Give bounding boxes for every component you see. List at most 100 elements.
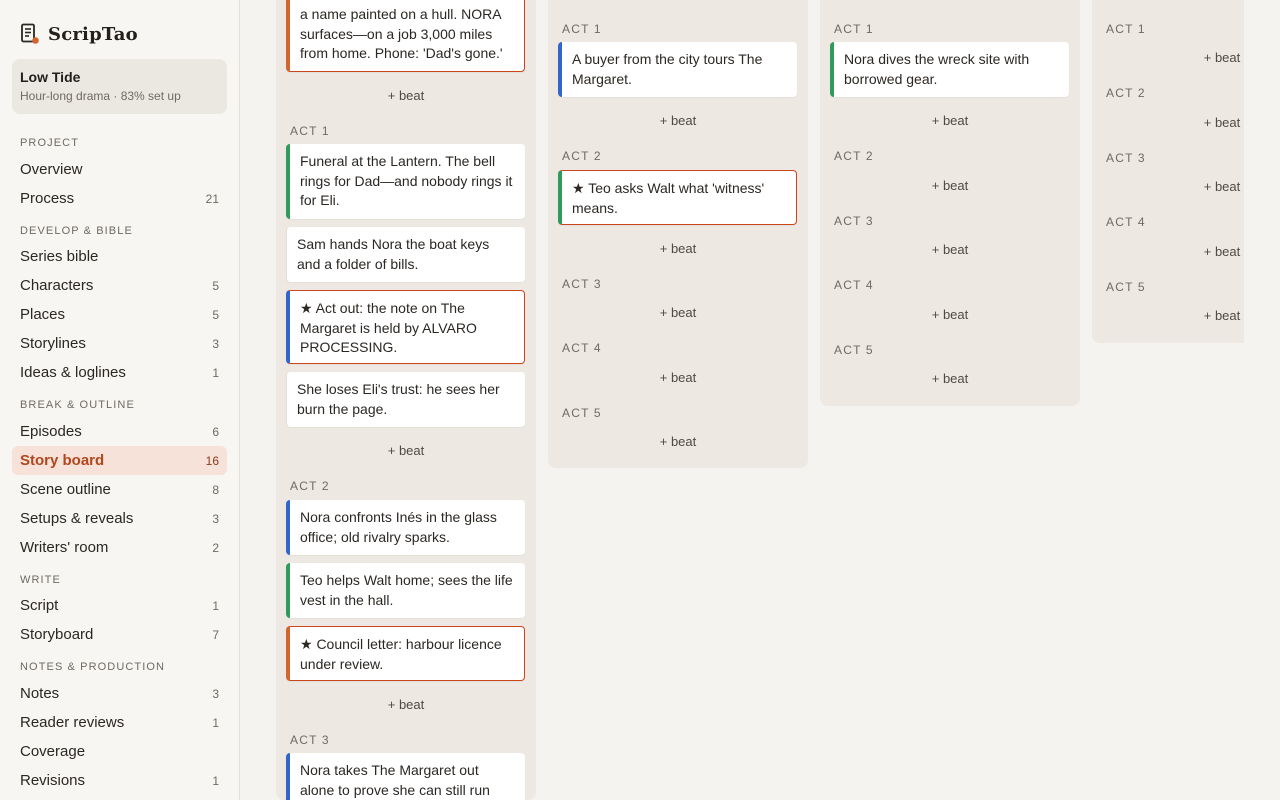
nav-count: 7 <box>212 627 219 642</box>
nav-label: Episodes <box>20 423 82 440</box>
section-develop: DEVELOP & BIBLE <box>20 225 133 237</box>
project-switcher[interactable]: Low Tide Hour-long drama · 83% set up <box>12 59 227 114</box>
nav-overview[interactable]: Overview <box>12 155 227 184</box>
add-beat-button[interactable]: + beat <box>558 241 798 256</box>
nav-label: Writers' room <box>20 539 109 556</box>
nav-label: Places <box>20 306 66 323</box>
beat-card[interactable]: A buyer from the city tours The Margaret… <box>558 42 797 97</box>
script-logo-icon <box>20 23 40 45</box>
nav-notes[interactable]: Notes 3 <box>12 679 227 708</box>
add-beat-button[interactable]: + beat <box>558 370 798 385</box>
add-beat-button[interactable]: + beat <box>286 697 526 712</box>
act-label: ACT 2 <box>1106 86 1146 100</box>
add-beat-button[interactable]: + beat <box>286 88 526 103</box>
beat-text: A buyer from the city tours The Margaret… <box>572 51 763 87</box>
add-beat-button[interactable]: + beat <box>830 242 1070 257</box>
add-beat-button[interactable]: + beat <box>1102 244 1280 259</box>
beat-card[interactable]: Nora takes The Margaret out alone to pro… <box>286 753 525 800</box>
nav-writers-room[interactable]: Writers' room 2 <box>12 533 227 562</box>
act-label: ACT 1 <box>562 22 602 36</box>
nav-storyboard[interactable]: Storyboard 7 <box>12 620 227 649</box>
nav-setups-reveals[interactable]: Setups & reveals 3 <box>12 504 227 533</box>
nav-count: 1 <box>212 715 219 730</box>
add-beat-button[interactable]: + beat <box>830 113 1070 128</box>
episode-column: ACT 1 + beat ACT 2 + beat ACT 3 + beat A… <box>1092 0 1244 343</box>
add-beat-button[interactable]: + beat <box>830 307 1070 322</box>
nav-places[interactable]: Places 5 <box>12 300 227 329</box>
beat-text: ★ Teo asks Walt what 'witness' means. <box>572 180 765 216</box>
add-beat-button[interactable]: + beat <box>558 113 798 128</box>
nav-count: 6 <box>212 424 219 439</box>
nav-label: Reader reviews <box>20 714 125 731</box>
beat-card[interactable]: ★ Council letter: harbour licence under … <box>286 626 525 681</box>
nav-script[interactable]: Script 1 <box>12 591 227 620</box>
nav-episodes[interactable]: Episodes 6 <box>12 417 227 446</box>
nav-process[interactable]: Process 21 <box>12 184 227 213</box>
beat-card[interactable]: Sam hands Nora the boat keys and a folde… <box>286 227 525 282</box>
beat-text: Nora confronts Inés in the glass office;… <box>300 509 497 545</box>
act-label: ACT 1 <box>1106 22 1146 36</box>
nav-count: 1 <box>212 773 219 788</box>
beat-text: ★ Act out: the note on The Margaret is h… <box>300 300 477 355</box>
act-label: ACT 5 <box>562 406 602 420</box>
nav-coverage[interactable]: Coverage <box>12 737 227 766</box>
beat-text: Nora dives the wreck site with borrowed … <box>844 51 1030 87</box>
add-beat-button[interactable]: + beat <box>1102 179 1280 194</box>
sidebar: ScripTao Low Tide Hour-long drama · 83% … <box>0 0 240 800</box>
act-label: ACT 1 <box>290 124 330 138</box>
nav-label: Revisions <box>20 772 86 789</box>
beat-card[interactable]: ★ Teo asks Walt what 'witness' means. <box>558 170 797 225</box>
act-label: ACT 1 <box>834 22 874 36</box>
nav-count: 1 <box>212 365 219 380</box>
add-beat-button[interactable]: + beat <box>830 371 1070 386</box>
nav-label: Overview <box>20 161 83 178</box>
act-label: ACT 4 <box>562 341 602 355</box>
beat-card[interactable]: Nora confronts Inés in the glass office;… <box>286 500 525 555</box>
beat-card[interactable]: ★ Act out: the note on The Margaret is h… <box>286 290 525 364</box>
beat-card[interactable]: Teo helps Walt home; sees the life vest … <box>286 563 525 618</box>
nav-ideas-loglines[interactable]: Ideas & loglines 1 <box>12 358 227 387</box>
nav-count: 16 <box>205 453 219 468</box>
nav-count: 3 <box>212 511 219 526</box>
beat-card[interactable]: Funeral at the Lantern. The bell rings f… <box>286 144 525 219</box>
nav-label: Storyboard <box>20 626 94 643</box>
nav-storylines[interactable]: Storylines 3 <box>12 329 227 358</box>
beat-text: She loses Eli's trust: he sees her burn … <box>297 381 500 417</box>
beat-card[interactable]: a name painted on a hull. NORA surfaces—… <box>286 0 525 72</box>
add-beat-button[interactable]: + beat <box>286 443 526 458</box>
nav-revisions[interactable]: Revisions 1 <box>12 766 227 795</box>
nav-label: Process <box>20 190 75 207</box>
nav-scene-outline[interactable]: Scene outline 8 <box>12 475 227 504</box>
add-beat-button[interactable]: + beat <box>558 434 798 449</box>
section-project: PROJECT <box>20 137 80 149</box>
nav-label: Scene outline <box>20 481 111 498</box>
section-break-outline: BREAK & OUTLINE <box>20 399 135 411</box>
nav-story-board[interactable]: Story board 16 <box>12 446 227 475</box>
nav-count: 2 <box>212 540 219 555</box>
nav-series-bible[interactable]: Series bible <box>12 242 227 271</box>
nav-reader-reviews[interactable]: Reader reviews 1 <box>12 708 227 737</box>
add-beat-button[interactable]: + beat <box>830 178 1070 193</box>
nav-label: Characters <box>20 277 94 294</box>
nav-label: Ideas & loglines <box>20 364 126 381</box>
beat-card[interactable]: Nora dives the wreck site with borrowed … <box>830 42 1069 97</box>
project-name: Low Tide <box>20 69 81 85</box>
beat-text: Funeral at the Lantern. The bell rings f… <box>300 153 513 208</box>
add-beat-button[interactable]: + beat <box>1102 50 1280 65</box>
act-label: ACT 2 <box>290 479 330 493</box>
nav-label: Coverage <box>20 743 86 760</box>
section-notes-production: NOTES & PRODUCTION <box>20 661 166 673</box>
nav-label: Notes <box>20 685 60 702</box>
add-beat-button[interactable]: + beat <box>558 305 798 320</box>
beat-card[interactable]: She loses Eli's trust: he sees her burn … <box>286 372 525 427</box>
section-write: WRITE <box>20 574 61 586</box>
add-beat-button[interactable]: + beat <box>1102 308 1280 323</box>
nav-characters[interactable]: Characters 5 <box>12 271 227 300</box>
act-label: ACT 3 <box>834 214 874 228</box>
add-beat-button[interactable]: + beat <box>1102 115 1280 130</box>
nav-label: Series bible <box>20 248 99 265</box>
app-logo[interactable]: ScripTao <box>20 22 138 46</box>
nav-label: Setups & reveals <box>20 510 134 527</box>
app-name: ScripTao <box>48 23 138 45</box>
episode-column: ACT 1 A buyer from the city tours The Ma… <box>548 0 808 468</box>
